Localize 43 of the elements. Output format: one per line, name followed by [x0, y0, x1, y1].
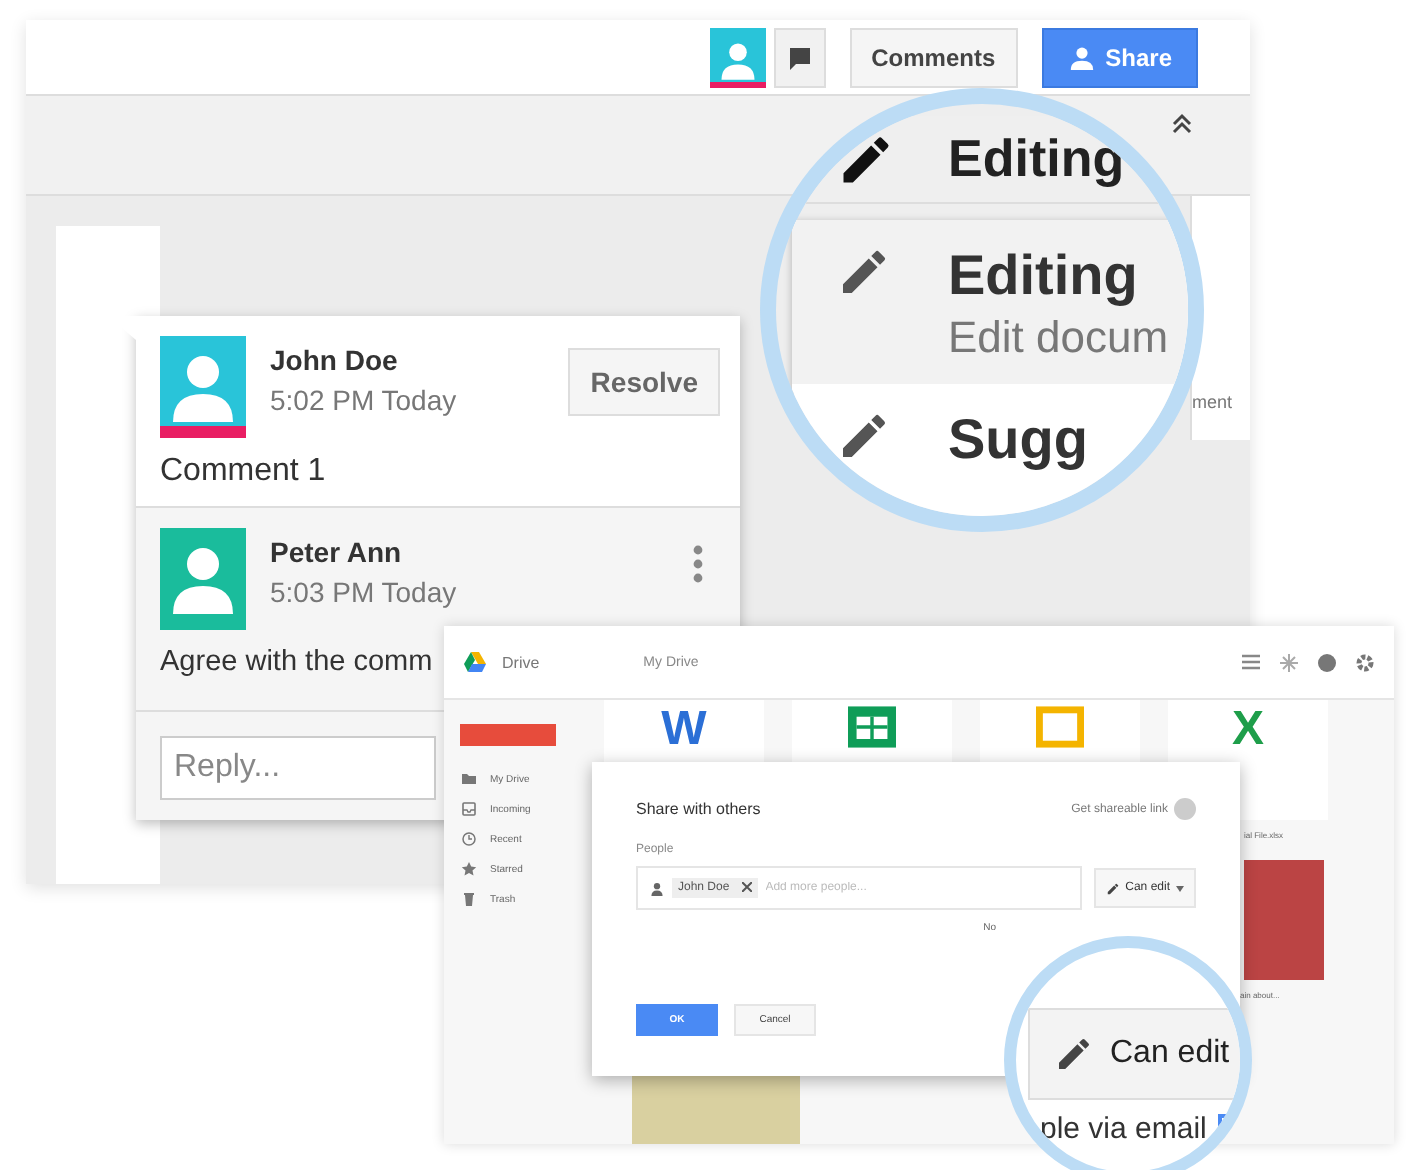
author-name: John Doe [270, 344, 400, 376]
chat-button[interactable] [773, 27, 826, 87]
excel-file-icon: X [1231, 706, 1264, 754]
person-icon [650, 881, 664, 895]
comment-time: 5:02 PM Today [270, 384, 459, 416]
comment-time: 5:03 PM Today [270, 576, 459, 608]
slides-icon [1036, 706, 1084, 748]
drive-logo-icon [464, 652, 486, 672]
comment-text: Agree with the comm [160, 646, 433, 678]
comments-button[interactable]: Comments [849, 27, 1018, 87]
menu-text: ment [1192, 392, 1233, 412]
dialog-title: Share with others [636, 800, 761, 818]
close-icon[interactable] [741, 882, 752, 892]
folder-icon [460, 770, 478, 788]
option-title: Editing [948, 244, 1140, 308]
user-avatar[interactable] [709, 27, 766, 87]
list-view-icon[interactable] [1242, 653, 1260, 669]
pencil-icon [1105, 881, 1120, 895]
mode-option[interactable]: Editing Edit docum [792, 220, 1188, 384]
reply-field[interactable]: Reply... [160, 736, 436, 800]
comment-text: Comment 1 [160, 454, 328, 490]
more-options-icon[interactable] [692, 544, 704, 584]
speech-bubble-icon [787, 45, 812, 69]
author-name: Peter Ann [270, 536, 404, 568]
word-file-icon: W [661, 706, 707, 754]
app-title: Drive [502, 653, 540, 671]
inbox-icon [460, 800, 478, 818]
pencil-icon [1054, 1034, 1094, 1074]
photo-placeholder [1244, 860, 1324, 980]
resolve-button[interactable]: Resolve [568, 348, 720, 416]
clock-icon [460, 830, 478, 848]
collapse-icon[interactable] [1170, 112, 1194, 136]
trash-icon [460, 890, 478, 908]
option-description: Edit docum [948, 312, 1169, 364]
person-add-icon [1067, 45, 1096, 69]
mode-option[interactable]: Sugg [792, 384, 1188, 492]
spreadsheet-icon [848, 706, 896, 748]
option-title: Sugg [948, 408, 1088, 472]
settings-icon[interactable] [1356, 653, 1374, 671]
permission-dropdown[interactable]: Can edit [1028, 1008, 1240, 1100]
star-icon [460, 860, 478, 878]
mode-dropdown[interactable]: Editing [948, 128, 1125, 190]
share-button[interactable]: Share [1041, 27, 1198, 87]
